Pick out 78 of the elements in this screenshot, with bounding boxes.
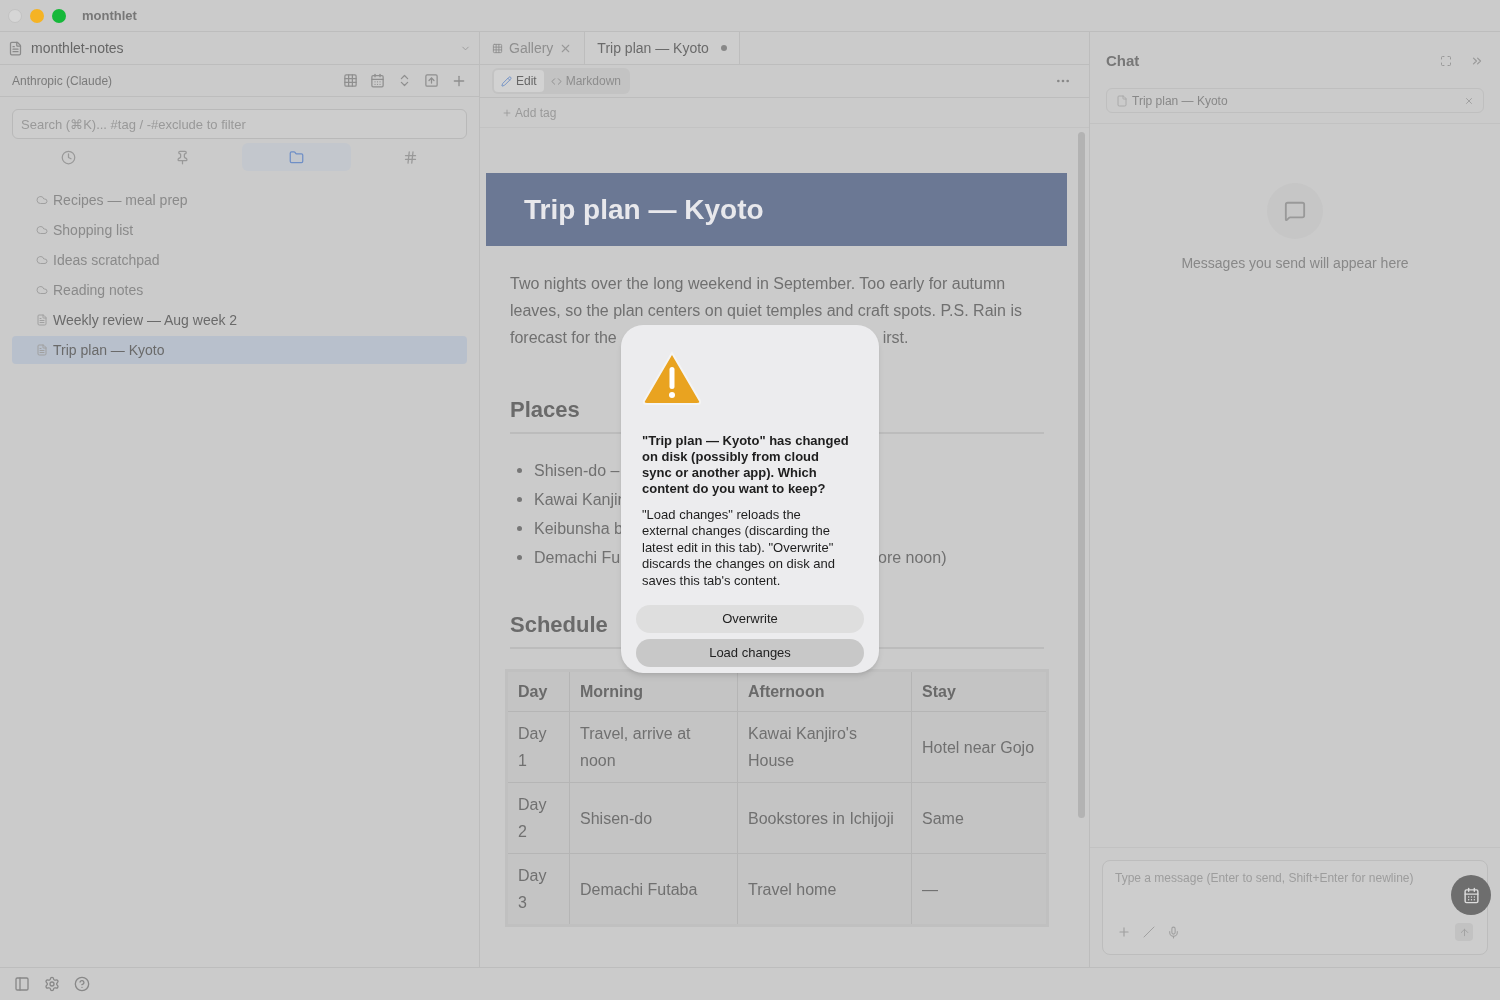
list-item-tail: ore noon) bbox=[878, 547, 947, 568]
note-item[interactable]: Ideas scratchpad bbox=[12, 246, 467, 274]
dialog-button[interactable]: Overwrite bbox=[636, 605, 864, 634]
paragraph-tail: irst. bbox=[882, 329, 909, 346]
help-icon[interactable] bbox=[74, 976, 90, 992]
hash-icon bbox=[402, 149, 418, 165]
table-cell-text: Day 3 bbox=[518, 866, 548, 913]
table-cell-text: Bookstores in Ichijoji bbox=[748, 808, 894, 829]
warning-icon bbox=[642, 351, 702, 405]
dialog-message: "Load changes" reloads the external changes (discarding the latest edit in this tab). "Overwrite" discards the changes on disk and saves this tab's content. bbox=[642, 507, 836, 590]
chat-title: Chat bbox=[1106, 50, 1140, 71]
arrow-up-icon bbox=[1458, 926, 1470, 938]
note-item[interactable]: Shopping list bbox=[12, 216, 467, 244]
scrollbar-thumb[interactable] bbox=[1078, 132, 1085, 818]
grid-icon bbox=[492, 42, 503, 54]
context-chip: Trip plan — Kyoto bbox=[1106, 88, 1484, 113]
table-cell-text: Travel, arrive at noon bbox=[580, 724, 692, 771]
cloud-icon bbox=[36, 224, 48, 236]
calendar-icon bbox=[1462, 886, 1480, 904]
note-title: Trip plan — Kyoto bbox=[524, 192, 764, 227]
document-icon bbox=[36, 314, 48, 326]
note-item[interactable]: Trip plan — Kyoto bbox=[12, 336, 467, 364]
table-cell-text: Day 2 bbox=[518, 795, 548, 842]
bullet-icon bbox=[517, 526, 522, 531]
expand-icon[interactable] bbox=[1440, 55, 1452, 67]
collapse-icon[interactable] bbox=[1470, 54, 1484, 68]
table-cell-text: Day 1 bbox=[518, 724, 548, 771]
table-cell-text: Same bbox=[922, 808, 964, 829]
document-icon bbox=[1116, 94, 1128, 107]
column-header: Day bbox=[508, 672, 570, 711]
list-item: Shisen-do – bbox=[534, 460, 620, 481]
slash-icon[interactable] bbox=[1143, 926, 1155, 938]
table-cell-text: Demachi Futaba bbox=[580, 879, 698, 900]
list-item: Kawai Kanjir bbox=[534, 489, 623, 510]
settings-icon[interactable] bbox=[44, 976, 60, 992]
provider-label: Anthropic (Claude) bbox=[12, 72, 113, 90]
note-item[interactable]: Weekly review — Aug week 2 bbox=[12, 306, 467, 334]
list-item: Demachi Fu bbox=[534, 547, 621, 568]
code-icon bbox=[550, 75, 562, 87]
zoom-window-button[interactable] bbox=[52, 8, 66, 23]
cloud-icon bbox=[36, 254, 48, 266]
upload-icon[interactable] bbox=[424, 73, 439, 88]
bullet-icon bbox=[517, 555, 522, 560]
note-item[interactable]: Recipes — meal prep bbox=[12, 186, 467, 214]
minimize-window-button[interactable] bbox=[30, 8, 44, 23]
notebook-icon bbox=[8, 40, 23, 56]
sidebar-toggle-icon[interactable] bbox=[14, 976, 30, 992]
cloud-icon bbox=[36, 194, 48, 206]
note-item[interactable]: Reading notes bbox=[12, 276, 467, 304]
calendar-button[interactable] bbox=[1451, 875, 1491, 915]
grid-icon[interactable] bbox=[343, 73, 358, 88]
vault-name[interactable]: monthlet-notes bbox=[31, 37, 124, 59]
dialog-button[interactable]: Load changes bbox=[636, 639, 864, 668]
table-cell-text: Kawai Kanjiro's House bbox=[748, 724, 858, 771]
microphone-icon[interactable] bbox=[1167, 925, 1180, 939]
dialog-title: "Trip plan — Kyoto" has changed on disk (possibly from cloud sync or another app). Which content do you want to keep? bbox=[642, 433, 850, 497]
bullet-icon bbox=[517, 468, 522, 473]
pencil-icon bbox=[501, 75, 512, 87]
attach-icon[interactable] bbox=[1117, 925, 1131, 939]
cloud-icon bbox=[36, 284, 48, 296]
document-icon bbox=[36, 344, 48, 356]
calendar-icon[interactable] bbox=[370, 73, 385, 88]
clock-icon bbox=[61, 149, 77, 165]
window-title: monthlet bbox=[82, 6, 137, 25]
empty-state-text: Messages you send will appear here bbox=[1181, 254, 1409, 273]
pin-icon bbox=[175, 149, 191, 165]
folder-icon bbox=[288, 149, 304, 165]
view-tab[interactable] bbox=[241, 143, 352, 171]
column-header: Stay bbox=[921, 681, 957, 702]
mode-tab[interactable]: Edit bbox=[494, 70, 544, 92]
remove-icon[interactable] bbox=[1464, 95, 1474, 106]
plus-icon bbox=[502, 107, 512, 118]
bullet-icon bbox=[517, 497, 522, 502]
table-cell-text: Travel home bbox=[748, 879, 837, 900]
table-cell-text: Shisen-do bbox=[580, 808, 653, 829]
send-button[interactable] bbox=[1455, 923, 1473, 941]
table-cell-text: Hotel near Gojo bbox=[922, 737, 1035, 758]
table-cell-text: — bbox=[922, 879, 938, 900]
